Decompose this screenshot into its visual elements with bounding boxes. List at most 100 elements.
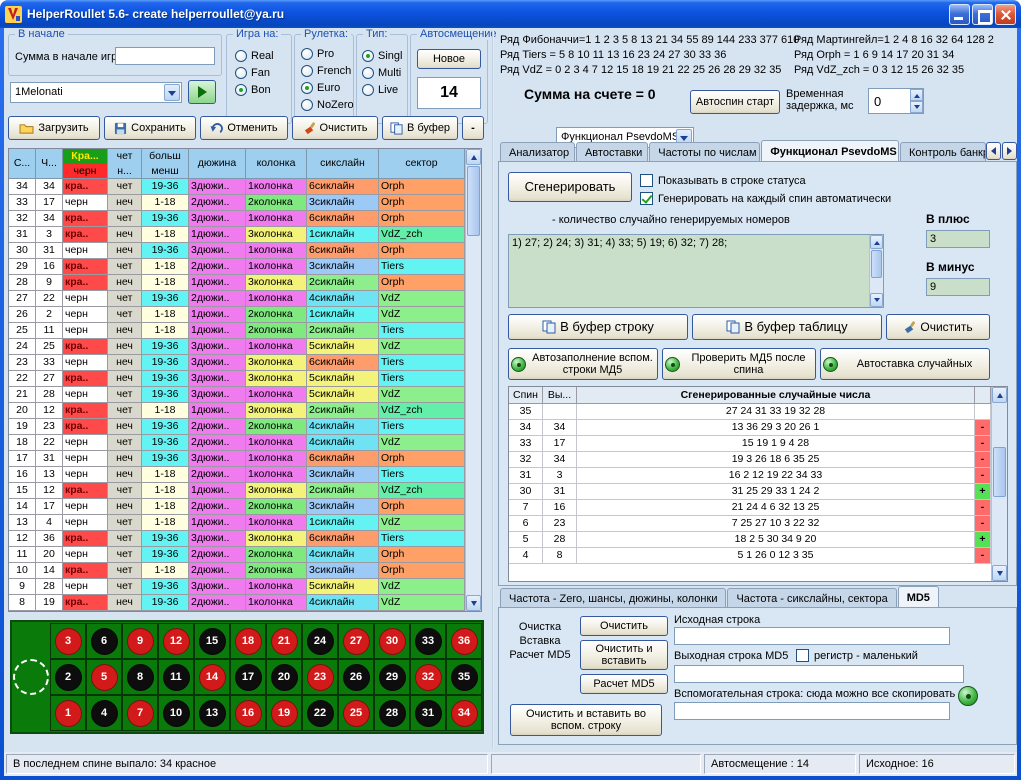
board-cell-27[interactable]: 27 <box>338 623 374 659</box>
autobet-random-button[interactable]: Автоставка случайных <box>820 348 990 380</box>
board-cell-6[interactable]: 6 <box>86 623 122 659</box>
check-md5-button[interactable]: Проверить МД5 после спина <box>662 348 816 380</box>
radio-nozero[interactable]: NoZero <box>301 96 354 113</box>
board-cell-29[interactable]: 29 <box>374 659 410 695</box>
history-row[interactable]: 134чернчет1-181дюжи..1колонка1сиклайнVdZ <box>9 515 481 531</box>
board-cell-4[interactable]: 4 <box>86 695 122 731</box>
history-row[interactable]: 1014кра..чет1-182дюжи..2колонка3сиклайнO… <box>9 563 481 579</box>
spin-row[interactable]: 343413 36 29 3 20 26 1- <box>509 420 1007 436</box>
history-row[interactable]: 1512кра..чет1-181дюжи..3колонка2сиклайнV… <box>9 483 481 499</box>
scroll-down-icon[interactable] <box>992 565 1007 581</box>
history-row[interactable]: 2333черннеч19-363дюжи..3колонка6сиклайнT… <box>9 355 481 371</box>
history-row[interactable]: 928чернчет19-363дюжи..1колонка5сиклайнVd… <box>9 579 481 595</box>
tab-freq-sixlines[interactable]: Частота - сикслайны, сектора <box>727 588 896 608</box>
aux-string-input[interactable] <box>674 702 950 720</box>
history-row[interactable]: 1822чернчет19-362дюжи..1колонка4сиклайнV… <box>9 435 481 451</box>
board-cell-36[interactable]: 36 <box>446 623 482 659</box>
history-row[interactable]: 1120чернчет19-362дюжи..2колонка4сиклайнO… <box>9 547 481 563</box>
scrollbar-thumb[interactable] <box>871 250 882 278</box>
minus-button[interactable]: - <box>462 116 484 140</box>
source-go-button[interactable] <box>958 686 978 706</box>
board-cell-21[interactable]: 21 <box>266 623 302 659</box>
tab-frequencies[interactable]: Частоты по числам <box>649 142 760 162</box>
board-cell-9[interactable]: 9 <box>122 623 158 659</box>
board-cell-24[interactable]: 24 <box>302 623 338 659</box>
history-row[interactable]: 2425кра..неч19-363дюжи..1колонка5сиклайн… <box>9 339 481 355</box>
board-cell-31[interactable]: 31 <box>410 695 446 731</box>
history-row[interactable]: 1923кра..неч19-362дюжи..2колонка4сиклайн… <box>9 419 481 435</box>
board-cell-2[interactable]: 2 <box>50 659 86 695</box>
tab-autobets[interactable]: Автоставки <box>576 142 648 162</box>
tab-bankroll[interactable]: Контроль банкролла <box>900 142 986 162</box>
scroll-up-icon[interactable] <box>870 235 883 249</box>
board-cell-22[interactable]: 22 <box>302 695 338 731</box>
minimize-button[interactable] <box>949 4 970 25</box>
generated-scrollbar[interactable] <box>869 235 883 307</box>
board-cell-12[interactable]: 12 <box>158 623 194 659</box>
board-cell-19[interactable]: 19 <box>266 695 302 731</box>
load-button[interactable]: Загрузить <box>8 116 100 140</box>
buffer-button[interactable]: В буфер <box>382 116 458 140</box>
scrollbar-thumb[interactable] <box>467 166 480 236</box>
history-row[interactable]: 1731черннеч19-363дюжи..1колонка6сиклайнO… <box>9 451 481 467</box>
tab-analyzer[interactable]: Анализатор <box>500 142 575 162</box>
delay-spinner[interactable] <box>910 89 923 113</box>
history-row[interactable]: 3234кра..чет19-363дюжи..1колонка6сиклайн… <box>9 211 481 227</box>
show-status-checkbox[interactable]: Показывать в строке статуса <box>640 174 806 187</box>
board-cell-14[interactable]: 14 <box>194 659 230 695</box>
history-row[interactable]: 313кра..неч1-181дюжи..3колонка1сиклайнVd… <box>9 227 481 243</box>
board-cell-3[interactable]: 3 <box>50 623 86 659</box>
radio-pro[interactable]: Pro <box>301 45 354 62</box>
board-cell-10[interactable]: 10 <box>158 695 194 731</box>
board-cell-1[interactable]: 1 <box>50 695 86 731</box>
board-cell-25[interactable]: 25 <box>338 695 374 731</box>
undo-button[interactable]: Отменить <box>200 116 288 140</box>
output-string-input[interactable] <box>674 665 964 683</box>
radio-real[interactable]: Real <box>235 47 274 64</box>
history-row[interactable]: 2128чернчет19-363дюжи..1колонка5сиклайнV… <box>9 387 481 403</box>
history-row[interactable]: 3317черннеч1-182дюжи..2колонка3сиклайнOr… <box>9 195 481 211</box>
tab-scroll-left-icon[interactable] <box>986 142 1001 160</box>
spin-row[interactable]: 3527 24 31 33 19 32 28 <box>509 404 1007 420</box>
md5-clear-button[interactable]: Очистить <box>580 616 668 636</box>
history-row[interactable]: 819кра..неч19-362дюжи..1колонка4сиклайнV… <box>9 595 481 611</box>
save-button[interactable]: Сохранить <box>104 116 196 140</box>
close-button[interactable] <box>995 4 1016 25</box>
board-cell-32[interactable]: 32 <box>410 659 446 695</box>
history-row[interactable]: 262чернчет1-181дюжи..2колонка1сиклайнVdZ <box>9 307 481 323</box>
history-row[interactable]: 3434кра..чет19-363дюжи..1колонка6сиклайн… <box>9 179 481 195</box>
generated-numbers-area[interactable]: 1) 27; 2) 24; 3) 31; 4) 33; 5) 19; 6) 32… <box>508 234 884 308</box>
board-cell-28[interactable]: 28 <box>374 695 410 731</box>
board-cell-33[interactable]: 33 <box>410 623 446 659</box>
scrollbar-thumb[interactable] <box>993 447 1006 497</box>
board-cell-17[interactable]: 17 <box>230 659 266 695</box>
spin-row[interactable]: 6237 25 27 10 3 22 32- <box>509 516 1007 532</box>
history-row[interactable]: 1417черннеч1-182дюжи..2колонка3сиклайнOr… <box>9 499 481 515</box>
board-cell-7[interactable]: 7 <box>122 695 158 731</box>
tab-md5[interactable]: MD5 <box>898 586 939 608</box>
board-cell-8[interactable]: 8 <box>122 659 158 695</box>
board-cell-15[interactable]: 15 <box>194 623 230 659</box>
radio-french[interactable]: French <box>301 62 354 79</box>
spin-row[interactable]: 303131 25 29 33 1 24 2+ <box>509 484 1007 500</box>
history-row[interactable]: 289кра..неч1-181дюжи..3колонка2сиклайнOr… <box>9 275 481 291</box>
spin-row[interactable]: 52818 2 5 30 34 9 20+ <box>509 532 1007 548</box>
tab-scroll-right-icon[interactable] <box>1002 142 1017 160</box>
md5-clear-paste-button[interactable]: Очистить и вставить <box>580 640 668 670</box>
spins-scrollbar[interactable] <box>991 387 1007 581</box>
generate-button[interactable]: Сгенерировать <box>508 172 632 202</box>
board-cell-16[interactable]: 16 <box>230 695 266 731</box>
history-row[interactable]: 1236кра..чет19-363дюжи..3колонка6сиклайн… <box>9 531 481 547</box>
new-button[interactable]: Новое <box>417 49 481 69</box>
board-cell-13[interactable]: 13 <box>194 695 230 731</box>
history-row[interactable]: 3031черннеч19-363дюжи..1колонка6сиклайнO… <box>9 243 481 259</box>
spin-row[interactable]: 71621 24 4 6 32 13 25- <box>509 500 1007 516</box>
board-cell-34[interactable]: 34 <box>446 695 482 731</box>
board-cell-11[interactable]: 11 <box>158 659 194 695</box>
board-cell-23[interactable]: 23 <box>302 659 338 695</box>
radio-live[interactable]: Live <box>362 81 402 98</box>
buffer-table-button[interactable]: В буфер таблицу <box>692 314 882 340</box>
spin-row[interactable]: 485 1 26 0 12 3 35- <box>509 548 1007 564</box>
spin-down-icon[interactable] <box>910 101 923 113</box>
clear-generated-button[interactable]: Очистить <box>886 314 990 340</box>
